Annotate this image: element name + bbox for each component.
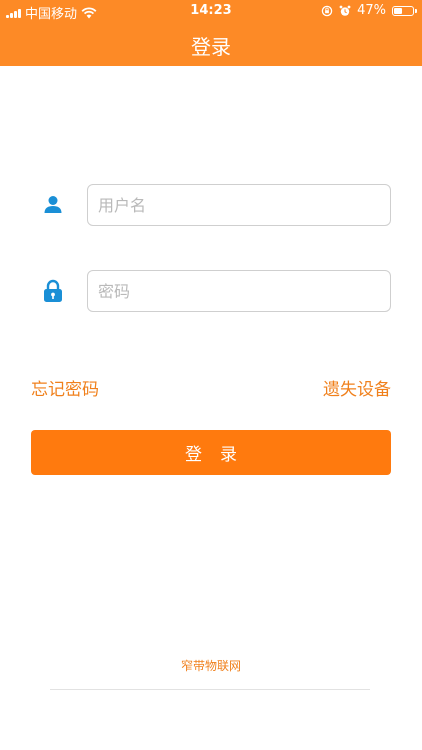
alarm-icon (339, 5, 351, 16)
app-header: 中国移动 14:23 47% 登录 (0, 0, 422, 66)
login-button[interactable]: 登录 (31, 430, 391, 475)
password-row (0, 270, 422, 312)
status-bar: 中国移动 14:23 47% (0, 0, 422, 22)
rotation-lock-icon (321, 5, 333, 16)
password-input[interactable] (87, 270, 391, 312)
battery-fill (394, 7, 403, 14)
footer-divider (50, 689, 370, 690)
lost-device-link[interactable]: 遗失设备 (323, 375, 391, 400)
username-row (0, 184, 422, 226)
forgot-password-link[interactable]: 忘记密码 (31, 375, 99, 400)
page-title: 登录 (191, 35, 231, 59)
username-input[interactable] (87, 184, 391, 226)
battery-icon (392, 5, 417, 16)
user-icon (44, 196, 62, 213)
lock-icon (44, 279, 62, 302)
footer-brand: 窄带物联网 (180, 659, 241, 673)
battery-percent: 47% (357, 3, 386, 18)
status-right: 47% (321, 3, 417, 18)
